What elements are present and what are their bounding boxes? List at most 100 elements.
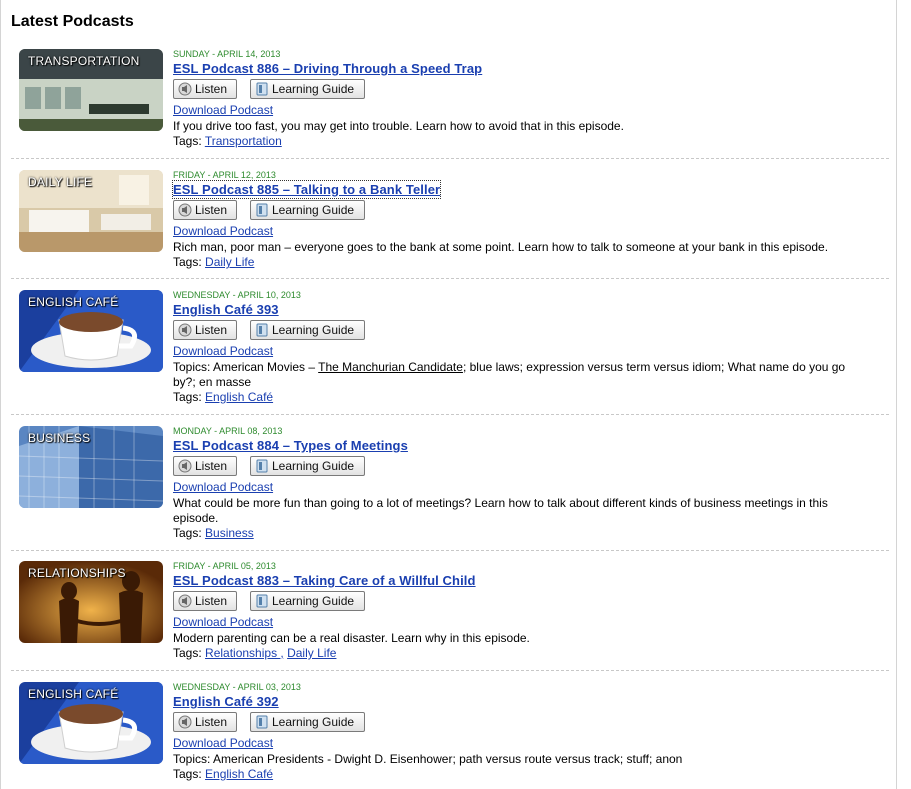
download-podcast-link[interactable]: Download Podcast (173, 615, 273, 629)
learning-guide-label: Learning Guide (272, 715, 355, 729)
episode-date: FRIDAY - APRIL 12, 2013 (173, 170, 276, 180)
tag-link[interactable]: Daily Life (287, 646, 336, 660)
download-podcast-link[interactable]: Download Podcast (173, 736, 273, 750)
download-podcast-link[interactable]: Download Podcast (173, 224, 273, 238)
listen-button-label: Listen (195, 82, 228, 96)
episode-description: Rich man, poor man – everyone goes to th… (173, 240, 829, 254)
episode-title-link[interactable]: ESL Podcast 883 – Taking Care of a Willf… (173, 572, 476, 589)
episode-item: DAILY LIFE FRIDAY - APRIL 12, 2013 ESL P… (11, 170, 889, 279)
episode-description: What could be more fun than going to a l… (173, 496, 828, 525)
learning-guide-label: Learning Guide (272, 594, 355, 608)
tag-link[interactable]: Transportation (205, 134, 282, 148)
episode-item: RELATIONSHIPS FRIDAY - APRIL 05, 2013 ES… (11, 561, 889, 671)
episode-thumbnail[interactable]: BUSINESS (19, 426, 163, 508)
episode-thumbnail[interactable]: RELATIONSHIPS (19, 561, 163, 643)
episode-tags: Tags: English Café (173, 390, 883, 405)
learning-guide-label: Learning Guide (272, 203, 355, 217)
episode-date: FRIDAY - APRIL 05, 2013 (173, 561, 276, 571)
tags-label: Tags: (173, 526, 202, 540)
tags-label: Tags: (173, 646, 202, 660)
learning-guide-button[interactable]: Learning Guide (250, 79, 365, 99)
listen-button[interactable]: Listen (173, 456, 237, 476)
speaker-icon (178, 203, 192, 217)
episode-tags: Tags: English Café (173, 767, 883, 782)
speaker-icon (178, 323, 192, 337)
speaker-icon (178, 594, 192, 608)
listen-button[interactable]: Listen (173, 79, 237, 99)
episode-thumbnail[interactable]: ENGLISH CAFÉ (19, 290, 163, 372)
episode-category-label: RELATIONSHIPS (28, 566, 126, 580)
episode-category-label: ENGLISH CAFÉ (28, 687, 119, 701)
episode-title-link[interactable]: ESL Podcast 885 – Talking to a Bank Tell… (171, 180, 442, 199)
guide-icon (256, 715, 268, 729)
description-prefix: Topics: American Movies – (173, 360, 319, 374)
listen-button[interactable]: Listen (173, 591, 237, 611)
guide-icon (256, 323, 268, 337)
guide-icon (256, 82, 268, 96)
episode-item: ENGLISH CAFÉ WEDNESDAY - APRIL 03, 2013 … (11, 682, 889, 789)
listen-button[interactable]: Listen (173, 712, 237, 732)
episode-description: If you drive too fast, you may get into … (173, 119, 624, 133)
episode-item: BUSINESS MONDAY - APRIL 08, 2013 ESL Pod… (11, 426, 889, 551)
guide-icon (256, 203, 268, 217)
tags-label: Tags: (173, 255, 202, 269)
episode-thumbnail[interactable]: TRANSPORTATION (19, 49, 163, 131)
episode-item: TRANSPORTATION SUNDAY - APRIL 14, 2013 E… (11, 49, 889, 159)
episode-title-link[interactable]: ESL Podcast 884 – Types of Meetings (173, 437, 408, 454)
episode-description: Topics: American Presidents - Dwight D. … (173, 752, 683, 766)
episode-title-link[interactable]: English Café 392 (173, 693, 279, 710)
listen-button[interactable]: Listen (173, 320, 237, 340)
episode-date: SUNDAY - APRIL 14, 2013 (173, 49, 281, 59)
episode-tags: Tags: Transportation (173, 134, 883, 149)
episode-item: ENGLISH CAFÉ WEDNESDAY - APRIL 10, 2013 … (11, 290, 889, 415)
movie-link[interactable]: The Manchurian Candidate (318, 360, 463, 374)
episode-tags: Tags: Business (173, 526, 883, 541)
tag-link[interactable]: Business (205, 526, 254, 540)
download-podcast-link[interactable]: Download Podcast (173, 103, 273, 117)
learning-guide-button[interactable]: Learning Guide (250, 591, 365, 611)
listen-button-label: Listen (195, 459, 228, 473)
episode-category-label: ENGLISH CAFÉ (28, 295, 119, 309)
episode-title-link[interactable]: English Café 393 (173, 301, 279, 318)
episode-category-label: BUSINESS (28, 431, 91, 445)
guide-icon (256, 459, 268, 473)
episode-tags: Tags: Daily Life (173, 255, 883, 270)
learning-guide-button[interactable]: Learning Guide (250, 200, 365, 220)
listen-button-label: Listen (195, 323, 228, 337)
learning-guide-label: Learning Guide (272, 82, 355, 96)
learning-guide-button[interactable]: Learning Guide (250, 320, 365, 340)
learning-guide-label: Learning Guide (272, 459, 355, 473)
tag-link[interactable]: English Café (205, 767, 273, 781)
speaker-icon (178, 715, 192, 729)
tag-link[interactable]: Relationships , (205, 646, 284, 660)
download-podcast-link[interactable]: Download Podcast (173, 480, 273, 494)
listen-button-label: Listen (195, 594, 228, 608)
episode-category-label: DAILY LIFE (28, 175, 93, 189)
speaker-icon (178, 82, 192, 96)
guide-icon (256, 594, 268, 608)
episode-date: MONDAY - APRIL 08, 2013 (173, 426, 283, 436)
tags-label: Tags: (173, 390, 202, 404)
download-podcast-link[interactable]: Download Podcast (173, 344, 273, 358)
episode-title-link[interactable]: ESL Podcast 886 – Driving Through a Spee… (173, 60, 482, 77)
learning-guide-button[interactable]: Learning Guide (250, 456, 365, 476)
tags-label: Tags: (173, 134, 202, 148)
episode-date: WEDNESDAY - APRIL 10, 2013 (173, 290, 301, 300)
tag-link[interactable]: English Café (205, 390, 273, 404)
listen-button-label: Listen (195, 715, 228, 729)
listen-button[interactable]: Listen (173, 200, 237, 220)
episode-category-label: TRANSPORTATION (28, 54, 140, 68)
episode-description: Modern parenting can be a real disaster.… (173, 631, 530, 645)
speaker-icon (178, 459, 192, 473)
listen-button-label: Listen (195, 203, 228, 217)
episode-thumbnail[interactable]: ENGLISH CAFÉ (19, 682, 163, 764)
learning-guide-label: Learning Guide (272, 323, 355, 337)
episode-thumbnail[interactable]: DAILY LIFE (19, 170, 163, 252)
episode-tags: Tags: Relationships , Daily Life (173, 646, 883, 661)
episode-date: WEDNESDAY - APRIL 03, 2013 (173, 682, 301, 692)
learning-guide-button[interactable]: Learning Guide (250, 712, 365, 732)
episode-description: Topics: American Movies – The Manchurian… (173, 360, 863, 390)
page-title: Latest Podcasts (11, 13, 134, 30)
tags-label: Tags: (173, 767, 202, 781)
tag-link[interactable]: Daily Life (205, 255, 254, 269)
